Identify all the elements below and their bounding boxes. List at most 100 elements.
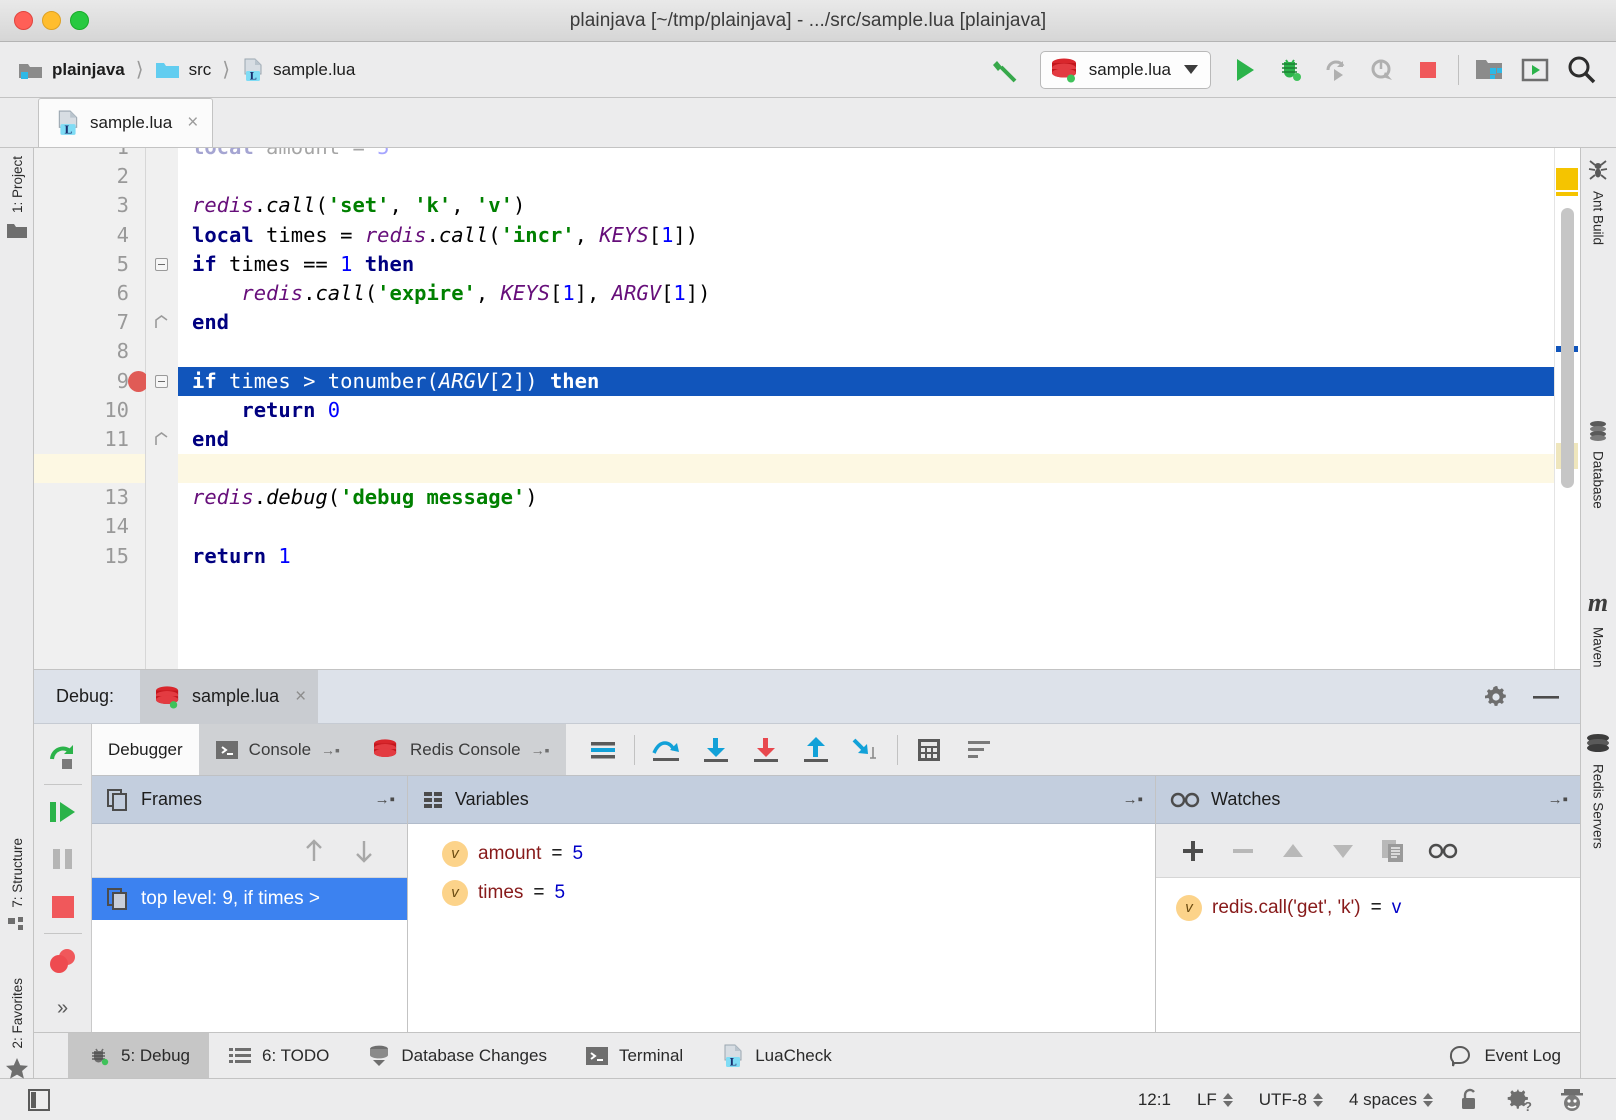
marker-warning[interactable] (1556, 168, 1578, 190)
idea-window: plainjava [~/tmp/plainjava] - .../src/sa… (0, 0, 1616, 1120)
editor-tab-sample-lua[interactable]: L sample.lua × (38, 98, 213, 147)
sidebar-item-structure[interactable]: 7: Structure (0, 838, 34, 934)
sidebar-item-database[interactable]: Database (1580, 420, 1616, 509)
frames-list[interactable]: top level: 9, if times > (92, 878, 407, 1032)
run-to-cursor-icon[interactable] (841, 724, 891, 775)
stop-icon[interactable] (34, 883, 92, 930)
fold-collapse-icon[interactable] (155, 375, 168, 388)
tool-window-tab-debug[interactable]: 5: Debug (68, 1033, 209, 1078)
code-text-area[interactable]: local amount = 5 redis.call('set', 'k', … (178, 148, 1580, 669)
run-button[interactable] (1221, 48, 1267, 92)
frame-down-icon[interactable] (339, 824, 389, 877)
remove-watch-icon[interactable] (1218, 824, 1268, 877)
file-encoding[interactable]: UTF-8 (1246, 1090, 1336, 1110)
rerun-icon[interactable] (34, 734, 92, 781)
pin-icon[interactable]: →▪ (1548, 791, 1568, 808)
tool-window-tab-database-changes[interactable]: Database Changes (348, 1033, 566, 1078)
code-token: 'set' (328, 193, 390, 217)
tool-window-tab-todo[interactable]: 6: TODO (209, 1033, 348, 1078)
mute-breakpoints-icon[interactable] (954, 724, 1004, 775)
watches-icon[interactable] (1418, 824, 1468, 877)
step-out-icon[interactable] (791, 724, 841, 775)
pin-icon[interactable]: →▪ (321, 742, 340, 758)
code-line: if times > tonumber(ARGV[2]) then (192, 367, 710, 396)
sidebar-item-project[interactable]: 1: Project (0, 156, 34, 240)
debug-button[interactable] (1267, 48, 1313, 92)
stop-button[interactable] (1405, 48, 1451, 92)
editor-gutter[interactable]: 123456789101112131415 (34, 148, 146, 669)
debug-session-tab[interactable]: sample.lua × (140, 670, 318, 724)
variables-tree[interactable]: v amount = 5 v times = (408, 824, 1155, 1032)
rerun-button[interactable] (1313, 48, 1359, 92)
fold-collapse-icon[interactable] (155, 258, 168, 271)
breadcrumb-item-file[interactable]: L sample.lua (241, 58, 355, 82)
debug-session-toolbar: » (34, 724, 92, 1032)
pin-icon[interactable]: →▪ (375, 791, 395, 808)
resume-icon[interactable] (34, 788, 92, 835)
tab-debugger[interactable]: Debugger (92, 724, 199, 775)
more-icon[interactable]: » (34, 985, 92, 1032)
search-everywhere-button[interactable] (1558, 48, 1604, 92)
fold-end-icon[interactable] (155, 315, 168, 328)
fold-gutter[interactable] (146, 148, 178, 669)
indent-setting[interactable]: 4 spaces (1336, 1090, 1446, 1110)
hide-icon[interactable] (1532, 692, 1560, 702)
caret-position[interactable]: 12:1 (1125, 1090, 1184, 1110)
list-item[interactable]: top level: 9, if times > (92, 878, 407, 920)
tool-window-tab-luacheck[interactable]: L LuaCheck (702, 1033, 851, 1078)
sidebar-item-ant-build[interactable]: Ant Build (1580, 158, 1616, 245)
svg-text:L: L (64, 123, 72, 136)
view-breakpoints-icon[interactable] (34, 937, 92, 984)
debug-content: Debugger Console (92, 724, 1580, 1032)
editor-marker-bar[interactable] (1554, 148, 1580, 669)
frame-up-icon[interactable] (289, 824, 339, 877)
pin-icon[interactable]: →▪ (1123, 791, 1143, 808)
code-token: ) (513, 193, 525, 217)
step-over-icon[interactable] (641, 724, 691, 775)
run-anything-button[interactable] (1512, 48, 1558, 92)
breadcrumb-item-folder[interactable]: src (155, 59, 212, 81)
show-execution-point-icon[interactable] (578, 724, 628, 775)
evaluate-expression-icon[interactable] (904, 724, 954, 775)
build-button[interactable] (982, 48, 1028, 92)
watches-list[interactable]: v redis.call('get', 'k') = v (1156, 878, 1580, 1032)
tool-window-tab-event-log[interactable]: Event Log (1429, 1033, 1580, 1078)
code-token: times > tonumber( (217, 369, 439, 393)
sidebar-item-maven[interactable]: m Maven (1580, 588, 1616, 668)
tab-console[interactable]: Console →▪ (199, 724, 356, 775)
sidebar-item-redis-servers[interactable]: Redis Servers (1580, 733, 1616, 849)
code-line (192, 512, 710, 541)
inspections-icon[interactable]: ? (1494, 1087, 1546, 1113)
tab-redis-console[interactable]: Redis Console →▪ (356, 724, 566, 775)
close-icon[interactable]: × (295, 686, 306, 708)
line-separator[interactable]: LF (1184, 1090, 1246, 1110)
hektor-icon[interactable] (1546, 1087, 1598, 1113)
gear-icon[interactable] (1482, 683, 1510, 711)
step-into-icon[interactable] (691, 724, 741, 775)
breadcrumb-item-project[interactable]: plainjava (18, 59, 125, 81)
show-tool-windows-icon[interactable] (14, 1088, 64, 1112)
move-up-icon[interactable] (1268, 824, 1318, 877)
force-step-into-icon[interactable] (741, 724, 791, 775)
status-bar: 12:1 LF UTF-8 4 spaces ? (0, 1078, 1616, 1120)
code-editor[interactable]: 123456789101112131415 local amount = 5 r… (34, 148, 1580, 670)
tool-window-tab-terminal[interactable]: Terminal (566, 1033, 702, 1078)
fold-end-icon[interactable] (155, 432, 168, 445)
project-structure-button[interactable] (1466, 48, 1512, 92)
list-item[interactable]: v amount = 5 (408, 834, 1155, 873)
list-item[interactable]: v times = 5 (408, 873, 1155, 912)
sidebar-item-favorites[interactable]: 2: Favorites (0, 978, 34, 1079)
copy-icon[interactable] (1368, 824, 1418, 877)
line-number: 4 (104, 221, 129, 250)
pin-icon[interactable]: →▪ (531, 742, 550, 758)
pause-icon[interactable] (34, 836, 92, 883)
add-watch-icon[interactable] (1168, 824, 1218, 877)
move-down-icon[interactable] (1318, 824, 1368, 877)
todo-icon (228, 1045, 252, 1067)
editor-scrollbar-thumb[interactable] (1561, 208, 1574, 488)
close-icon[interactable]: × (187, 112, 198, 134)
unlock-icon[interactable] (1446, 1088, 1494, 1112)
attach-to-process-button[interactable] (1359, 48, 1405, 92)
run-configuration-selector[interactable]: sample.lua (1040, 51, 1211, 89)
list-item[interactable]: v redis.call('get', 'k') = v (1156, 888, 1580, 927)
